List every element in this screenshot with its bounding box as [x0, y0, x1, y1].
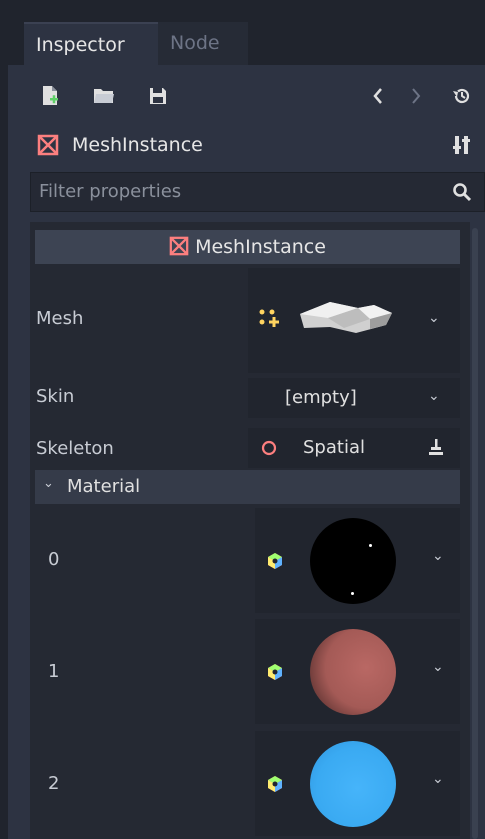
skeleton-label: Skeleton: [36, 438, 114, 459]
open-folder-icon[interactable]: [92, 84, 116, 108]
chevron-down-icon[interactable]: ⌄: [432, 659, 444, 675]
material-0-editor[interactable]: ⌄: [255, 508, 460, 613]
chevron-down-icon: ⌄: [43, 476, 54, 491]
specular-highlight: [351, 592, 354, 595]
material-0-label: 0: [48, 549, 60, 570]
chevron-down-icon[interactable]: ⌄: [428, 388, 440, 404]
mesh-resource-editor[interactable]: ⌄: [248, 268, 460, 373]
mesh-preview: [300, 302, 392, 333]
mesh-instance-icon: [36, 133, 60, 157]
skin-value: [empty]: [285, 387, 357, 408]
back-arrow-icon[interactable]: [366, 84, 390, 108]
node-name[interactable]: MeshInstance: [72, 131, 203, 159]
material-2-preview: [310, 741, 396, 827]
mesh-instance-icon: [169, 236, 189, 256]
new-resource-icon[interactable]: [38, 84, 62, 108]
material-icon: [268, 664, 282, 680]
scrollbar[interactable]: [472, 228, 478, 839]
chevron-down-icon[interactable]: ⌄: [428, 310, 440, 326]
section-title-text: MeshInstance: [195, 236, 326, 258]
material-section-header[interactable]: ⌄ Material: [35, 470, 460, 504]
material-2-editor[interactable]: ⌄: [255, 731, 460, 836]
save-icon[interactable]: [146, 84, 170, 108]
skeleton-value: Spatial: [303, 437, 365, 458]
filter-properties-input[interactable]: Filter properties: [30, 172, 485, 212]
filter-placeholder: Filter properties: [39, 181, 182, 202]
chevron-down-icon[interactable]: ⌄: [432, 548, 444, 564]
skin-editor[interactable]: [empty] ⌄: [248, 378, 460, 418]
material-1-preview: [310, 629, 396, 715]
specular-highlight: [369, 544, 372, 547]
tab-inspector[interactable]: Inspector: [24, 22, 158, 65]
section-title: MeshInstance: [35, 230, 460, 264]
material-2-label: 2: [48, 773, 60, 794]
object-properties-icon[interactable]: [450, 133, 474, 157]
material-1-label: 1: [48, 661, 60, 682]
material-0-preview: [310, 518, 396, 604]
section-header[interactable]: MeshInstance: [35, 230, 460, 264]
assign-node-icon[interactable]: [428, 438, 444, 456]
spatial-node-icon: [261, 440, 277, 456]
tab-bar: Inspector Node: [0, 0, 485, 65]
forward-arrow-icon[interactable]: [404, 84, 428, 108]
mesh-label: Mesh: [36, 308, 84, 329]
skeleton-editor[interactable]: Spatial: [248, 428, 460, 468]
tab-node[interactable]: Node: [158, 22, 248, 65]
history-icon[interactable]: [450, 84, 474, 108]
material-icon: [268, 776, 282, 792]
chevron-down-icon[interactable]: ⌄: [432, 771, 444, 787]
material-1-editor[interactable]: ⌄: [255, 619, 460, 724]
search-icon: [450, 180, 474, 204]
skin-label: Skin: [36, 386, 75, 407]
material-title: Material: [67, 476, 141, 497]
mesh-resource-icon: [259, 309, 279, 327]
material-icon: [268, 553, 282, 569]
